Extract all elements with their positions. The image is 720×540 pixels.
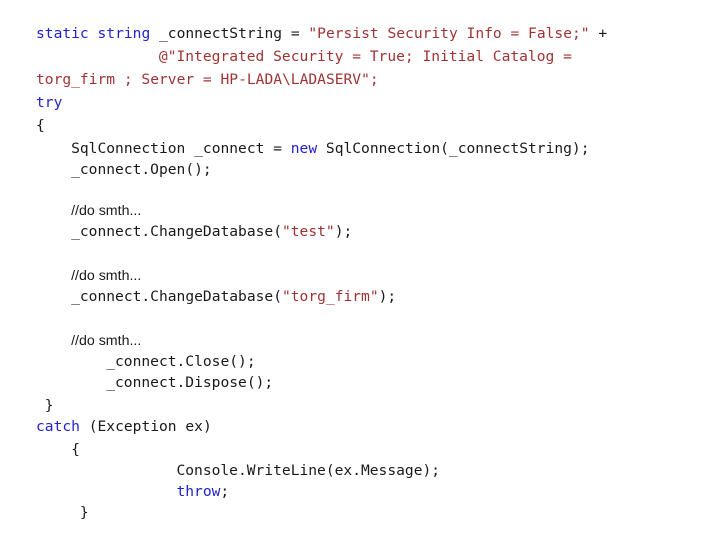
code-text: _connect.Close();: [106, 353, 256, 370]
code-text: }: [79, 504, 89, 521]
code-keyword: try: [36, 94, 63, 111]
code-text: _connect.ChangeDatabase(: [71, 288, 282, 305]
code-text: _connect.ChangeDatabase(: [71, 223, 282, 240]
code-line: static string _connectString = "Persist …: [0, 22, 720, 45]
code-text: _connect.Open();: [71, 161, 212, 178]
code-line: _connect.ChangeDatabase("test");: [0, 220, 720, 243]
code-keyword: string: [97, 25, 151, 42]
code-comment: //do smth...: [71, 268, 142, 284]
code-line: //do smth...: [0, 264, 720, 287]
code-line: torg_firm ; Server = HP-LADA\LADASERV";: [0, 68, 720, 91]
code-comment: //do smth...: [71, 203, 142, 219]
code-line: _connect.Open();: [0, 158, 720, 181]
code-line: {: [0, 114, 720, 137]
code-line: Console.WriteLine(ex.Message);: [0, 459, 720, 482]
code-keyword: catch: [36, 418, 80, 435]
code-line: {: [0, 438, 720, 461]
code-comment: //do smth...: [71, 333, 142, 349]
code-text: }: [44, 397, 54, 414]
code-line: _connect.Close();: [0, 350, 720, 373]
code-line: _connect.ChangeDatabase("torg_firm");: [0, 285, 720, 308]
code-text: SqlConnection(_connectString);: [317, 140, 590, 157]
code-line: //do smth...: [0, 329, 720, 352]
code-line: @"Integrated Security = True; Initial Ca…: [0, 45, 720, 68]
code-keyword: throw: [176, 483, 221, 500]
code-string: "Persist Security Info = False;": [308, 25, 590, 42]
code-string: torg_firm ; Server = HP-LADA\LADASERV";: [36, 71, 379, 88]
code-text: {: [71, 441, 80, 458]
code-line: catch (Exception ex): [0, 415, 720, 438]
code-text: SqlConnection _connect =: [71, 140, 291, 157]
code-line: }: [0, 501, 720, 524]
code-string: "test": [281, 223, 335, 240]
code-text: ;: [220, 483, 230, 500]
code-keyword: new: [290, 140, 318, 157]
code-string: "torg_firm": [281, 288, 379, 305]
code-snippet: static string _connectString = "Persist …: [0, 0, 720, 540]
code-line: //do smth...: [0, 199, 720, 222]
code-text: );: [334, 223, 353, 240]
code-line: SqlConnection _connect = new SqlConnecti…: [0, 137, 720, 160]
code-line: throw;: [0, 480, 720, 503]
code-keyword: static: [36, 25, 89, 42]
code-text: );: [378, 288, 397, 305]
code-line: try: [0, 91, 720, 114]
code-line: _connect.Dispose();: [0, 371, 720, 394]
code-string: @"Integrated Security = True; Initial Ca…: [158, 48, 572, 65]
code-line: }: [0, 394, 720, 417]
code-text: _connectString =: [150, 25, 309, 42]
code-text: Console.WriteLine(ex.Message);: [176, 462, 441, 479]
code-text: +: [589, 25, 608, 42]
code-text: _connect.Dispose();: [106, 374, 274, 391]
code-text: (Exception ex): [79, 418, 212, 435]
code-text: {: [36, 117, 45, 134]
